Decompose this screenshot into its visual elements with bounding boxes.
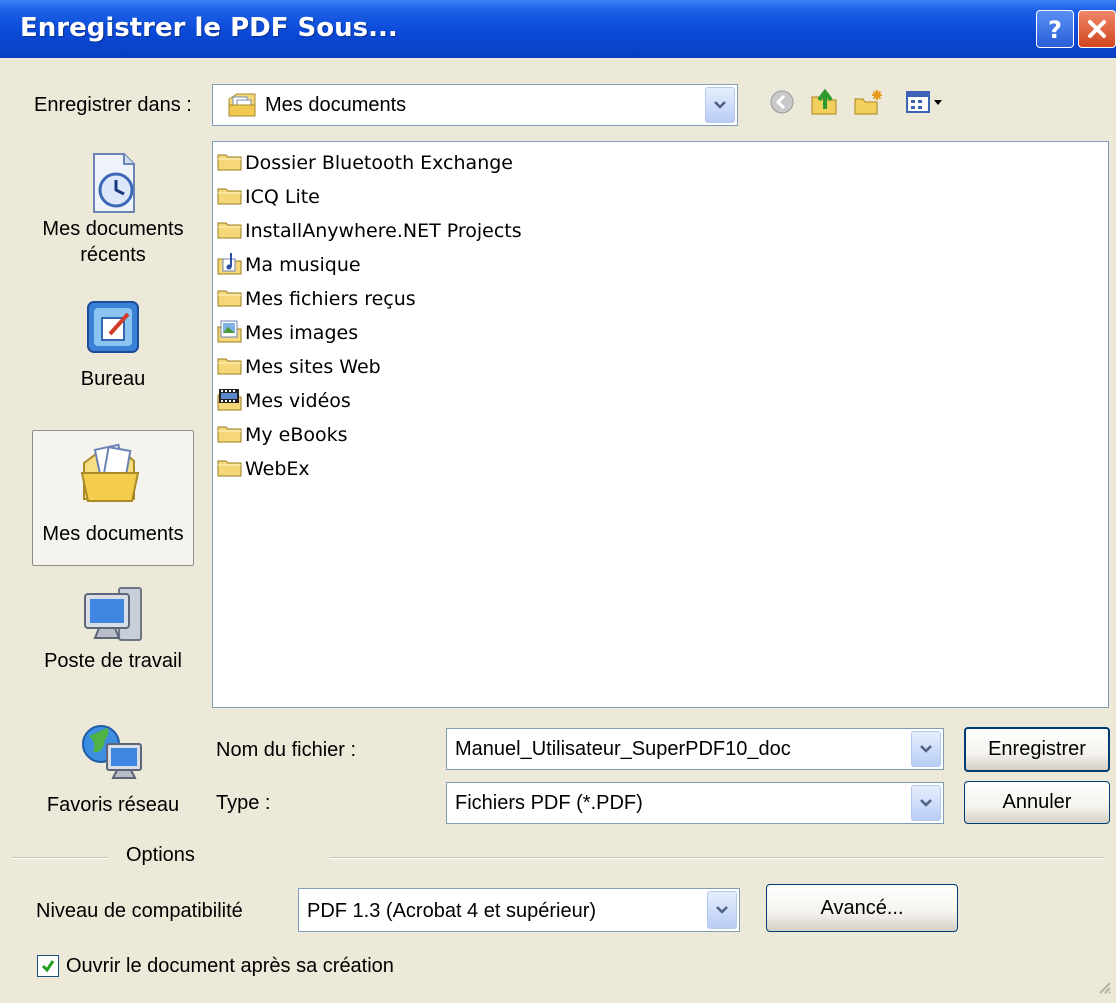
desktop-icon — [32, 298, 194, 360]
list-item[interactable]: Mes vidéos — [217, 385, 351, 417]
view-menu-icon[interactable] — [902, 86, 952, 118]
compat-value: PDF 1.3 (Acrobat 4 et supérieur) — [307, 900, 597, 922]
filename-label: Nom du fichier : — [216, 739, 357, 761]
chevron-down-icon[interactable] — [911, 731, 941, 767]
folder-icon — [217, 185, 243, 209]
my-computer-icon — [32, 582, 194, 646]
open-after-checkbox[interactable] — [37, 955, 59, 977]
place-my-computer[interactable]: Poste de travail — [32, 582, 194, 692]
file-name: WebEx — [245, 458, 310, 480]
resize-grip-icon[interactable] — [1096, 979, 1112, 999]
file-name: My eBooks — [245, 424, 348, 446]
chevron-down-icon[interactable] — [911, 785, 941, 821]
file-name: Mes sites Web — [245, 356, 381, 378]
file-name: Mes vidéos — [245, 390, 351, 412]
list-item[interactable]: Mes images — [217, 317, 358, 349]
file-name: ICQ Lite — [245, 186, 320, 208]
cancel-button[interactable]: Annuler — [964, 781, 1110, 824]
list-item[interactable]: My eBooks — [217, 419, 348, 451]
options-divider-right — [330, 857, 1104, 859]
folder-icon — [217, 423, 243, 447]
window-title: Enregistrer le PDF Sous... — [20, 13, 398, 43]
list-item[interactable]: Dossier Bluetooth Exchange — [217, 147, 513, 179]
place-network[interactable]: Favoris réseau — [32, 722, 194, 822]
save-in-combo[interactable]: Mes documents — [212, 84, 738, 126]
title-bar[interactable]: Enregistrer le PDF Sous... ? — [0, 0, 1116, 58]
list-item[interactable]: InstallAnywhere.NET Projects — [217, 215, 522, 247]
file-name: Dossier Bluetooth Exchange — [245, 152, 513, 174]
back-icon[interactable] — [766, 86, 798, 118]
list-item[interactable]: Mes sites Web — [217, 351, 381, 383]
up-folder-icon[interactable] — [808, 86, 840, 118]
close-icon[interactable] — [1078, 10, 1116, 48]
options-heading: Options — [126, 844, 195, 866]
folder-icon — [217, 219, 243, 243]
help-icon[interactable]: ? — [1036, 10, 1074, 48]
list-item[interactable]: WebEx — [217, 453, 310, 485]
place-label-desktop: Bureau — [80, 368, 146, 390]
compat-select[interactable]: PDF 1.3 (Acrobat 4 et supérieur) — [298, 888, 740, 932]
folder-icon — [217, 151, 243, 175]
options-divider-left — [12, 857, 108, 859]
place-recent-documents[interactable]: Mes documents récents — [32, 150, 194, 286]
chevron-down-icon[interactable] — [705, 87, 735, 123]
videos-folder-icon — [217, 387, 243, 415]
file-name: InstallAnywhere.NET Projects — [245, 220, 522, 242]
file-name: Mes images — [245, 322, 359, 344]
recent-documents-icon — [32, 150, 194, 216]
save-pdf-dialog: Enregistrer le PDF Sous... ? Enregistrer… — [0, 0, 1116, 1003]
compat-label: Niveau de compatibilité — [36, 900, 243, 922]
folder-icon — [217, 457, 243, 481]
file-name: Ma musique — [245, 254, 361, 276]
pictures-folder-icon — [217, 319, 243, 347]
my-documents-icon — [33, 443, 193, 507]
folder-icon — [217, 287, 243, 311]
filetype-label: Type : — [216, 792, 271, 814]
list-item[interactable]: ICQ Lite — [217, 181, 320, 213]
save-in-label: Enregistrer dans : — [34, 94, 192, 116]
file-name: Mes fichiers reçus — [245, 288, 416, 310]
place-label-my-documents: Mes documents — [42, 523, 184, 545]
filetype-value: Fichiers PDF (*.PDF) — [455, 792, 643, 814]
place-my-documents[interactable]: Mes documents — [32, 430, 194, 566]
folder-icon — [217, 355, 243, 379]
music-folder-icon — [217, 251, 243, 279]
filetype-select[interactable]: Fichiers PDF (*.PDF) — [446, 782, 944, 824]
save-button[interactable]: Enregistrer — [964, 727, 1110, 772]
list-item[interactable]: Mes fichiers reçus — [217, 283, 416, 315]
chevron-down-icon[interactable] — [707, 891, 737, 929]
place-label-recent: Mes documents récents — [42, 218, 184, 266]
advanced-button[interactable]: Avancé... — [766, 884, 958, 932]
save-in-value: Mes documents — [265, 94, 407, 116]
list-item[interactable]: Ma musique — [217, 249, 361, 281]
open-after-label[interactable]: Ouvrir le document après sa création — [66, 955, 394, 978]
file-list[interactable]: Dossier Bluetooth Exchange ICQ Lite Inst… — [212, 141, 1109, 708]
place-label-my-computer: Poste de travail — [44, 650, 182, 672]
place-desktop[interactable]: Bureau — [32, 298, 194, 398]
my-documents-small-icon — [227, 91, 257, 123]
new-folder-icon[interactable] — [852, 86, 884, 118]
place-label-network: Favoris réseau — [46, 794, 180, 816]
svg-text:?: ? — [1048, 16, 1062, 43]
checkmark-icon — [41, 960, 55, 973]
filename-input[interactable]: Manuel_Utilisateur_SuperPDF10_doc — [446, 728, 944, 770]
network-places-icon — [32, 722, 194, 784]
filename-value: Manuel_Utilisateur_SuperPDF10_doc — [455, 738, 791, 760]
